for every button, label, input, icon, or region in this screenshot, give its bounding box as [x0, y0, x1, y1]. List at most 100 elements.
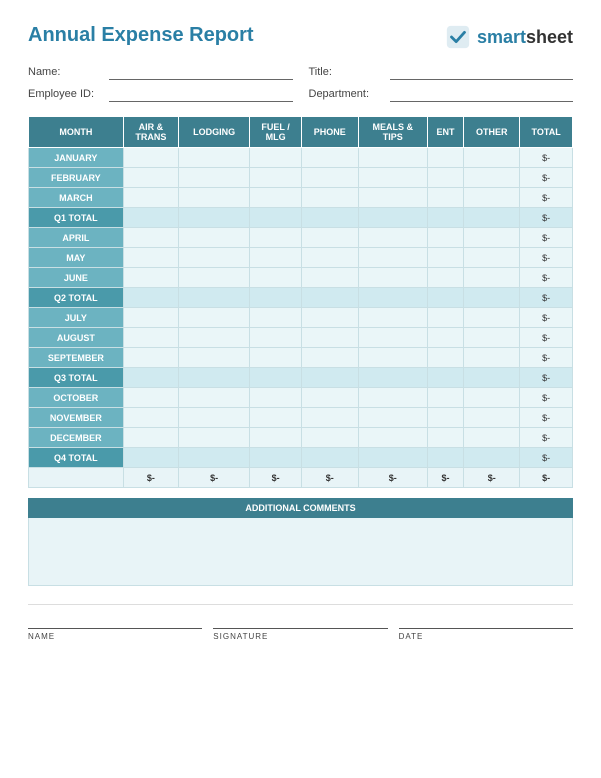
- row-data-cell[interactable]: [358, 368, 427, 388]
- row-data-cell[interactable]: [123, 328, 178, 348]
- row-data-cell[interactable]: [301, 368, 358, 388]
- row-data-cell[interactable]: [179, 248, 250, 268]
- row-data-cell[interactable]: [123, 348, 178, 368]
- row-data-cell[interactable]: [427, 228, 463, 248]
- row-data-cell[interactable]: [464, 408, 520, 428]
- row-data-cell[interactable]: [250, 428, 301, 448]
- row-data-cell[interactable]: [301, 388, 358, 408]
- row-data-cell[interactable]: [123, 408, 178, 428]
- row-data-cell[interactable]: [464, 288, 520, 308]
- row-data-cell[interactable]: [123, 208, 178, 228]
- row-data-cell[interactable]: [250, 228, 301, 248]
- row-data-cell[interactable]: [427, 308, 463, 328]
- row-data-cell[interactable]: [250, 168, 301, 188]
- row-data-cell[interactable]: [464, 148, 520, 168]
- row-data-cell[interactable]: [427, 168, 463, 188]
- employee-id-input[interactable]: [109, 86, 293, 102]
- row-data-cell[interactable]: [179, 288, 250, 308]
- row-data-cell[interactable]: [464, 428, 520, 448]
- row-data-cell[interactable]: [301, 408, 358, 428]
- row-data-cell[interactable]: [301, 328, 358, 348]
- row-data-cell[interactable]: [179, 188, 250, 208]
- row-data-cell[interactable]: [179, 368, 250, 388]
- row-data-cell[interactable]: [464, 348, 520, 368]
- row-data-cell[interactable]: [464, 368, 520, 388]
- row-data-cell[interactable]: [358, 148, 427, 168]
- name-sig-line[interactable]: [28, 611, 202, 629]
- row-data-cell[interactable]: [301, 228, 358, 248]
- row-data-cell[interactable]: [250, 248, 301, 268]
- row-data-cell[interactable]: [358, 308, 427, 328]
- row-data-cell[interactable]: [464, 308, 520, 328]
- row-data-cell[interactable]: [427, 408, 463, 428]
- row-data-cell[interactable]: [179, 228, 250, 248]
- row-data-cell[interactable]: [123, 288, 178, 308]
- row-data-cell[interactable]: [123, 448, 178, 468]
- row-data-cell[interactable]: [250, 308, 301, 328]
- row-data-cell[interactable]: [250, 188, 301, 208]
- signature-sig-line[interactable]: [213, 611, 387, 629]
- row-data-cell[interactable]: [123, 308, 178, 328]
- row-data-cell[interactable]: [301, 288, 358, 308]
- row-data-cell[interactable]: [358, 288, 427, 308]
- row-data-cell[interactable]: [301, 308, 358, 328]
- row-data-cell[interactable]: [464, 388, 520, 408]
- row-data-cell[interactable]: [179, 328, 250, 348]
- row-data-cell[interactable]: [123, 188, 178, 208]
- row-data-cell[interactable]: [464, 268, 520, 288]
- row-data-cell[interactable]: [464, 248, 520, 268]
- row-data-cell[interactable]: [123, 228, 178, 248]
- row-data-cell[interactable]: [301, 168, 358, 188]
- row-data-cell[interactable]: [123, 268, 178, 288]
- row-data-cell[interactable]: [427, 248, 463, 268]
- row-data-cell[interactable]: [358, 188, 427, 208]
- row-data-cell[interactable]: [427, 288, 463, 308]
- row-data-cell[interactable]: [427, 148, 463, 168]
- row-data-cell[interactable]: [427, 428, 463, 448]
- row-data-cell[interactable]: [301, 148, 358, 168]
- row-data-cell[interactable]: [358, 268, 427, 288]
- row-data-cell[interactable]: [301, 248, 358, 268]
- row-data-cell[interactable]: [358, 448, 427, 468]
- row-data-cell[interactable]: [427, 188, 463, 208]
- row-data-cell[interactable]: [301, 448, 358, 468]
- row-data-cell[interactable]: [464, 328, 520, 348]
- row-data-cell[interactable]: [427, 268, 463, 288]
- row-data-cell[interactable]: [250, 408, 301, 428]
- row-data-cell[interactable]: [301, 428, 358, 448]
- row-data-cell[interactable]: [179, 388, 250, 408]
- row-data-cell[interactable]: [358, 168, 427, 188]
- title-input[interactable]: [390, 64, 574, 80]
- row-data-cell[interactable]: [123, 428, 178, 448]
- row-data-cell[interactable]: [358, 348, 427, 368]
- row-data-cell[interactable]: [179, 208, 250, 228]
- row-data-cell[interactable]: [358, 408, 427, 428]
- row-data-cell[interactable]: [427, 328, 463, 348]
- row-data-cell[interactable]: [250, 448, 301, 468]
- name-input[interactable]: [109, 64, 293, 80]
- row-data-cell[interactable]: [250, 348, 301, 368]
- row-data-cell[interactable]: [358, 328, 427, 348]
- row-data-cell[interactable]: [250, 148, 301, 168]
- row-data-cell[interactable]: [250, 208, 301, 228]
- row-data-cell[interactable]: [464, 168, 520, 188]
- comments-body[interactable]: [28, 518, 573, 586]
- row-data-cell[interactable]: [123, 168, 178, 188]
- row-data-cell[interactable]: [123, 368, 178, 388]
- row-data-cell[interactable]: [301, 348, 358, 368]
- row-data-cell[interactable]: [301, 208, 358, 228]
- row-data-cell[interactable]: [250, 388, 301, 408]
- row-data-cell[interactable]: [427, 208, 463, 228]
- row-data-cell[interactable]: [358, 228, 427, 248]
- row-data-cell[interactable]: [464, 208, 520, 228]
- row-data-cell[interactable]: [427, 368, 463, 388]
- row-data-cell[interactable]: [250, 368, 301, 388]
- row-data-cell[interactable]: [427, 388, 463, 408]
- row-data-cell[interactable]: [179, 268, 250, 288]
- row-data-cell[interactable]: [301, 268, 358, 288]
- row-data-cell[interactable]: [358, 248, 427, 268]
- row-data-cell[interactable]: [179, 168, 250, 188]
- row-data-cell[interactable]: [179, 148, 250, 168]
- row-data-cell[interactable]: [179, 308, 250, 328]
- row-data-cell[interactable]: [427, 348, 463, 368]
